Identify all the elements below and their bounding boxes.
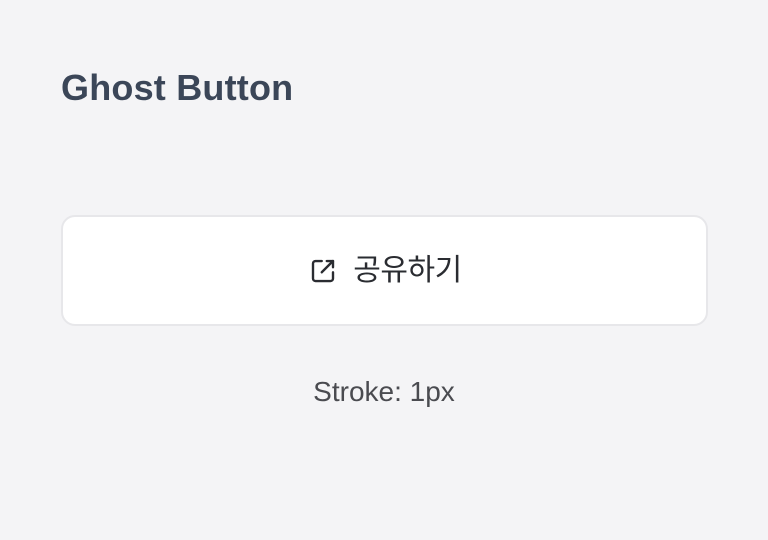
stroke-caption: Stroke: 1px (313, 376, 455, 407)
external-link-icon (307, 255, 339, 287)
page-title: Ghost Button (61, 67, 294, 108)
share-button-label: 공유하기 (353, 252, 462, 288)
share-button[interactable]: 공유하기 (61, 215, 708, 326)
